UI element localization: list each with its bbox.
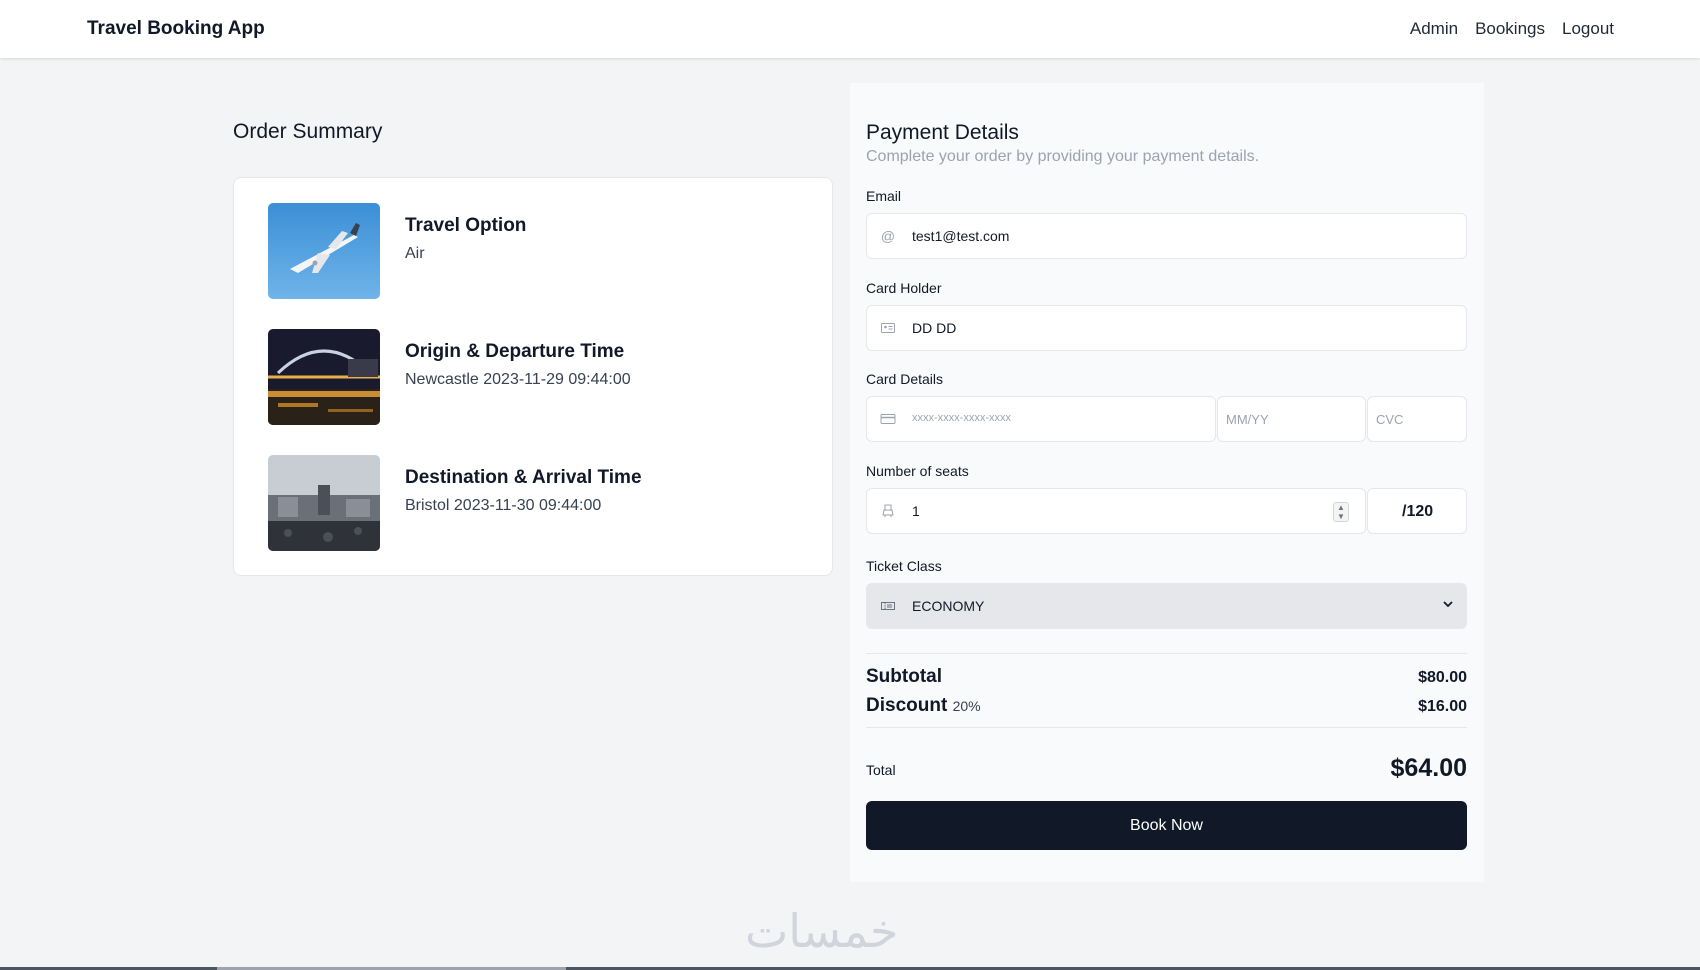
chevron-down-icon <box>1442 598 1454 613</box>
payment-title: Payment Details <box>866 121 1019 144</box>
card-expiry-placeholder: MM/YY <box>1226 412 1269 427</box>
ticket-class-select[interactable]: ECONOMY <box>866 583 1467 629</box>
total-value: $64.00 <box>1390 754 1467 782</box>
watermark-logo: خمسات <box>745 904 899 958</box>
order-item-origin: Origin & Departure Time Newcastle 2023-1… <box>268 329 808 425</box>
seat-icon <box>880 503 896 519</box>
destination-title: Destination & Arrival Time <box>405 467 642 488</box>
order-item-destination: Destination & Arrival Time Bristol 2023-… <box>268 455 808 551</box>
nav-link-admin[interactable]: Admin <box>1410 19 1458 39</box>
ticket-class-label: Ticket Class <box>866 558 942 574</box>
nav-link-bookings[interactable]: Bookings <box>1475 19 1545 39</box>
at-icon: @ <box>880 228 896 244</box>
discount-value: $16.00 <box>1418 698 1467 715</box>
subtotal-label: Subtotal <box>866 666 942 687</box>
book-now-button[interactable]: Book Now <box>866 801 1467 850</box>
travel-option-title: Travel Option <box>405 215 527 236</box>
nav-link-logout[interactable]: Logout <box>1562 19 1614 39</box>
summary-divider-top <box>866 653 1467 654</box>
card-cvc-field[interactable]: CVC <box>1367 396 1467 442</box>
email-field[interactable]: @ test1@test.com <box>866 213 1467 259</box>
seats-max-box: /120 <box>1367 488 1467 534</box>
seats-input[interactable]: 1 ▲ ▼ <box>866 488 1366 534</box>
id-card-icon <box>880 320 896 336</box>
nav-links: Admin Bookings Logout <box>1410 19 1614 39</box>
destination-value: Bristol 2023-11-30 09:44:00 <box>405 497 602 514</box>
seats-label: Number of seats <box>866 463 969 479</box>
seats-stepper[interactable]: ▲ ▼ <box>1333 502 1349 522</box>
card-holder-label: Card Holder <box>866 280 942 296</box>
card-details-label: Card Details <box>866 371 944 387</box>
discount-percent: 20% <box>952 698 981 714</box>
email-value: test1@test.com <box>912 228 1010 244</box>
order-summary-title: Order Summary <box>233 120 383 143</box>
ticket-class-value: ECONOMY <box>912 598 985 614</box>
origin-title: Origin & Departure Time <box>405 341 625 362</box>
card-expiry-field[interactable]: MM/YY <box>1217 396 1366 442</box>
discount-label-row: Discount 20% <box>866 695 981 717</box>
order-item-travel-option: Travel Option Air <box>268 203 808 299</box>
card-number-field[interactable]: xxxx-xxxx-xxxx-xxxx <box>866 396 1216 442</box>
payment-subtitle: Complete your order by providing your pa… <box>866 148 1260 165</box>
card-holder-value: DD DD <box>912 320 957 336</box>
card-cvc-placeholder: CVC <box>1376 412 1404 427</box>
email-label: Email <box>866 188 902 204</box>
origin-value: Newcastle 2023-11-29 09:44:00 <box>405 371 631 388</box>
card-number-placeholder: xxxx-xxxx-xxxx-xxxx <box>912 412 1011 424</box>
app-brand[interactable]: Travel Booking App <box>87 18 265 40</box>
seats-max-value: /120 <box>1402 503 1434 520</box>
ticket-icon <box>880 598 896 614</box>
newcastle-bridge-night-photo <box>268 329 380 425</box>
seats-value: 1 <box>912 503 920 519</box>
order-summary-card: Travel Option Air Origin & Departure Tim… <box>233 177 833 576</box>
subtotal-value: $80.00 <box>1418 669 1467 686</box>
travel-option-value: Air <box>405 245 425 262</box>
summary-divider-bottom <box>866 727 1467 728</box>
payment-panel: Payment Details Complete your order by p… <box>850 83 1484 882</box>
discount-label: Discount <box>866 695 948 716</box>
bristol-city-photo <box>268 455 380 551</box>
credit-card-icon <box>880 411 896 427</box>
total-label: Total <box>866 762 896 778</box>
top-navbar: Travel Booking App Admin Bookings Logout <box>0 0 1700 58</box>
card-holder-field[interactable]: DD DD <box>866 305 1467 351</box>
airplane-photo <box>268 203 380 299</box>
